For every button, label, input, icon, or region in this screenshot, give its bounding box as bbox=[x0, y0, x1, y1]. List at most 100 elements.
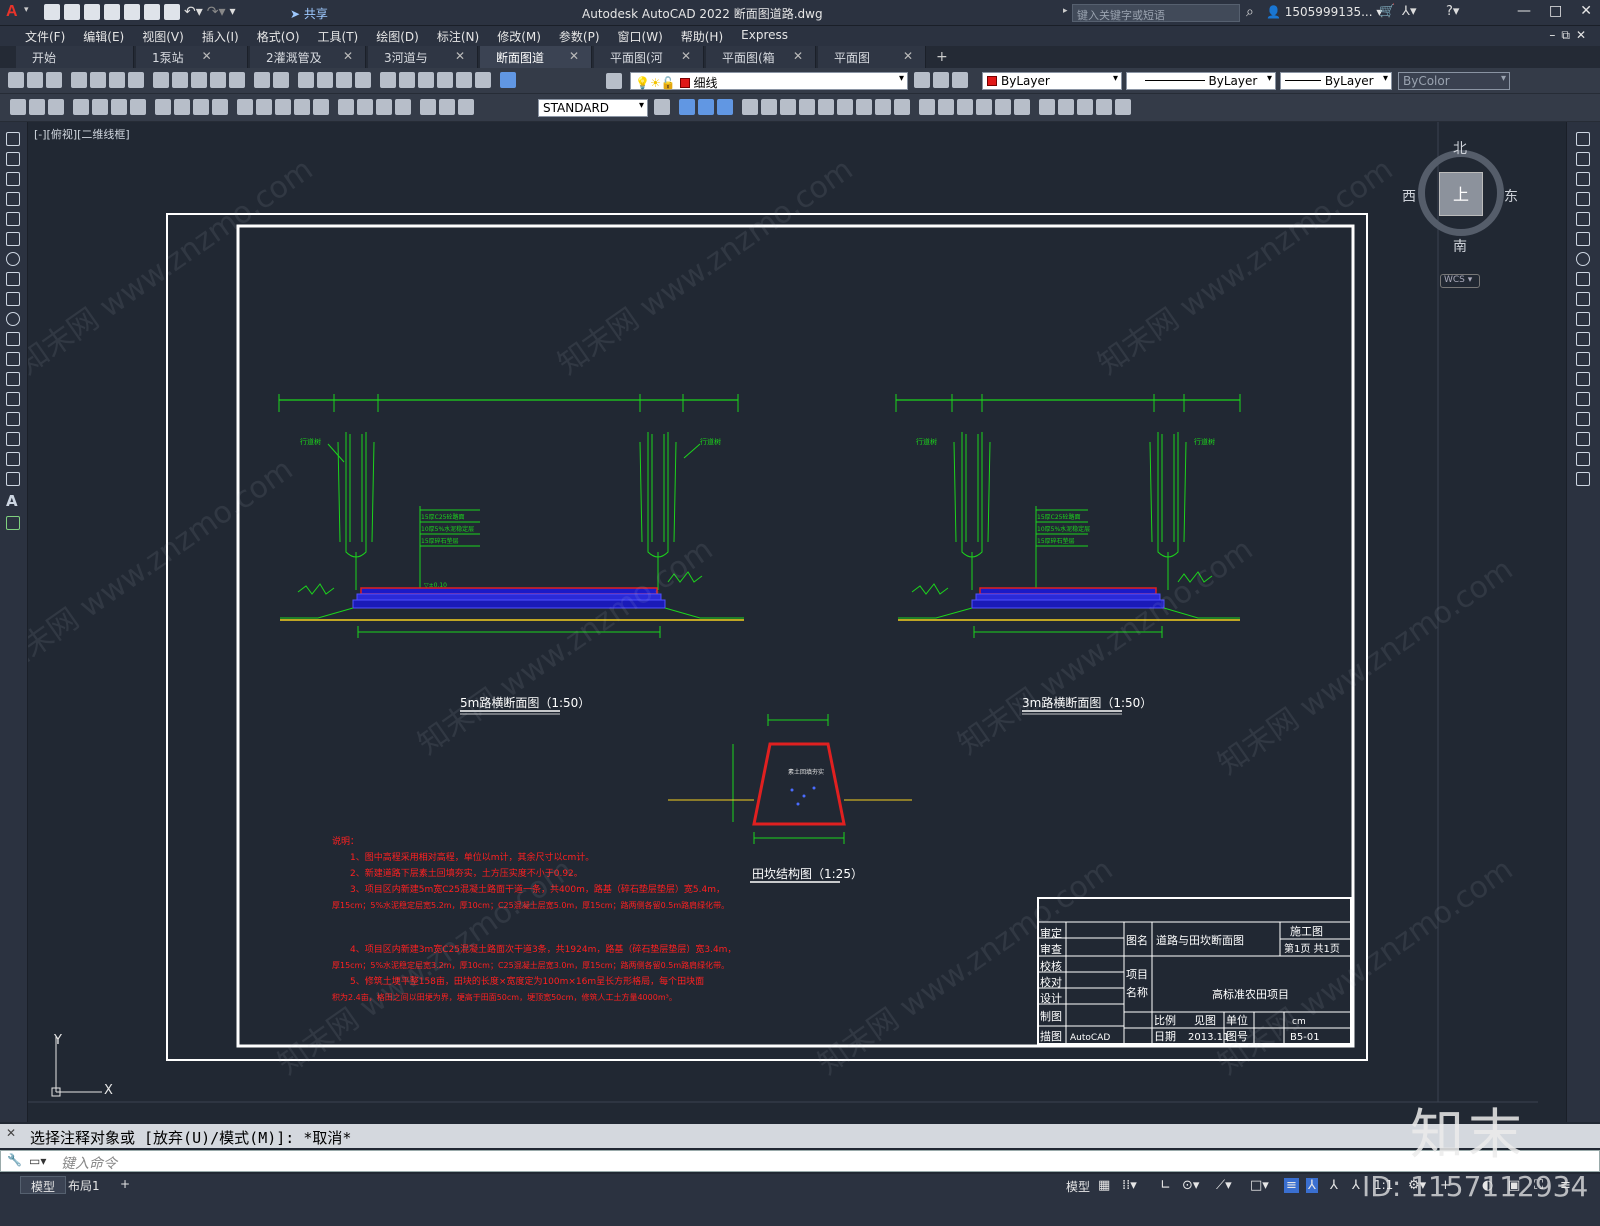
isodraft-icon[interactable]: ⟋▾ bbox=[1216, 1178, 1232, 1193]
rectangle-icon[interactable] bbox=[6, 212, 20, 226]
move-icon[interactable] bbox=[1576, 232, 1590, 246]
make-block-icon[interactable] bbox=[6, 372, 20, 386]
menu-modify[interactable]: 修改(M) bbox=[488, 26, 550, 46]
command-close-icon[interactable]: ✕ bbox=[6, 1126, 16, 1140]
menu-parametric[interactable]: 参数(P) bbox=[550, 26, 609, 46]
new-icon[interactable] bbox=[44, 4, 60, 20]
menu-draw[interactable]: 绘图(D) bbox=[367, 26, 428, 46]
table-icon[interactable] bbox=[6, 472, 20, 486]
lineweight-toggle-icon[interactable]: ≡ bbox=[1284, 1178, 1299, 1193]
baseline-dim-icon[interactable] bbox=[256, 99, 272, 115]
search-input[interactable]: 键入关键字或短语 bbox=[1072, 4, 1240, 22]
share-button[interactable]: ➤ 共享 bbox=[290, 5, 328, 22]
angular-dim-icon[interactable] bbox=[212, 99, 228, 115]
save-as-icon[interactable] bbox=[104, 4, 120, 20]
dim-edit-icon[interactable] bbox=[420, 99, 436, 115]
lights-icon[interactable] bbox=[995, 99, 1011, 115]
tab-close-icon[interactable]: ✕ bbox=[569, 49, 579, 63]
dim-update-icon[interactable] bbox=[458, 99, 474, 115]
copy-object-icon[interactable] bbox=[1576, 152, 1590, 166]
web-open-icon[interactable] bbox=[124, 4, 140, 20]
stretch-icon[interactable] bbox=[1576, 292, 1590, 306]
menu-file[interactable]: 文件(F) bbox=[16, 26, 74, 46]
zoom-realtime-icon[interactable] bbox=[317, 72, 333, 88]
rotate-icon[interactable] bbox=[1576, 252, 1590, 266]
compass-west[interactable]: 西 bbox=[1402, 186, 1416, 206]
drawing-viewport[interactable]: [-][俯视][二维线框] 行道树 行道树 15厚C25砼路面 10厚5%水泥稳… bbox=[28, 122, 1566, 1122]
help-icon[interactable]: ?▾ bbox=[1446, 4, 1459, 19]
wcs-menu[interactable]: WCS ▾ bbox=[1440, 274, 1480, 288]
materials-icon[interactable] bbox=[976, 99, 992, 115]
annotation-scale-icon[interactable]: ⅄ bbox=[1352, 1178, 1360, 1193]
redo-icon[interactable]: ↷▾ bbox=[207, 4, 226, 20]
new-tab-icon[interactable]: + bbox=[928, 46, 956, 68]
customize-qat-icon[interactable]: ▾ bbox=[230, 4, 236, 20]
zoom-window-icon[interactable] bbox=[336, 72, 352, 88]
menu-window[interactable]: 窗口(W) bbox=[609, 26, 672, 46]
cut-icon[interactable] bbox=[153, 72, 169, 88]
quick-dim-icon[interactable] bbox=[237, 99, 253, 115]
layout-tab-layout1[interactable]: 布局1 bbox=[58, 1176, 110, 1194]
spline-icon[interactable] bbox=[6, 292, 20, 306]
ordinate-dim-icon[interactable] bbox=[130, 99, 146, 115]
color-dropdown[interactable]: ByLayer ▾ bbox=[982, 72, 1122, 90]
sweep-icon[interactable] bbox=[856, 99, 872, 115]
blend-curves-icon[interactable] bbox=[1576, 452, 1590, 466]
add-selected-icon[interactable] bbox=[6, 516, 20, 530]
dim-text-edit-icon[interactable] bbox=[439, 99, 455, 115]
command-line[interactable]: 🔧 ▭▾ 键入命令 bbox=[0, 1150, 1600, 1172]
linetype-dropdown[interactable]: ByLayer ▾ bbox=[1126, 72, 1276, 90]
bring-front-icon[interactable] bbox=[29, 99, 45, 115]
compass-south[interactable]: 南 bbox=[1453, 236, 1467, 256]
jogged-linear-icon[interactable] bbox=[395, 99, 411, 115]
radius-dim-icon[interactable] bbox=[155, 99, 171, 115]
extrude-icon[interactable] bbox=[742, 99, 758, 115]
compass-north[interactable]: 北 bbox=[1453, 138, 1467, 158]
file-tab[interactable]: 平面图(箱涵)*✕ bbox=[706, 46, 816, 82]
file-tab[interactable]: 3河道与箱涵✕ bbox=[368, 46, 478, 82]
arc-length-icon[interactable] bbox=[111, 99, 127, 115]
layer-dropdown[interactable]: 💡☀🔓 细线 ▾ bbox=[630, 72, 908, 90]
save-icon[interactable] bbox=[46, 72, 62, 88]
document-window-controls[interactable]: –⧉✕ bbox=[1549, 28, 1592, 43]
grid-icon[interactable]: ▦ bbox=[1098, 1178, 1110, 1193]
render-icon[interactable] bbox=[957, 99, 973, 115]
mtext-icon[interactable]: A bbox=[6, 492, 21, 510]
maximize-icon[interactable]: □ bbox=[1549, 3, 1562, 19]
tolerance-icon[interactable] bbox=[338, 99, 354, 115]
tab-close-icon[interactable]: ✕ bbox=[455, 49, 465, 63]
plot-icon[interactable] bbox=[71, 72, 87, 88]
ucs-icon[interactable] bbox=[1039, 99, 1055, 115]
dimstyle-dropdown[interactable]: STANDARD ▾ bbox=[538, 99, 648, 117]
orbit-icon[interactable] bbox=[1115, 99, 1131, 115]
menu-view[interactable]: 视图(V) bbox=[133, 26, 193, 46]
compass-east[interactable]: 东 bbox=[1504, 186, 1518, 206]
circle-icon[interactable] bbox=[6, 252, 20, 266]
trim-icon[interactable] bbox=[1576, 312, 1590, 326]
polar-icon[interactable]: ⊙▾ bbox=[1182, 1178, 1199, 1193]
match-properties-icon[interactable] bbox=[210, 72, 226, 88]
scale-icon[interactable] bbox=[1576, 272, 1590, 286]
union-icon[interactable] bbox=[761, 99, 777, 115]
inspection-icon[interactable] bbox=[376, 99, 392, 115]
dim-break-icon[interactable] bbox=[313, 99, 329, 115]
mirror-icon[interactable] bbox=[1576, 172, 1590, 186]
arc-icon[interactable] bbox=[6, 232, 20, 246]
save-icon[interactable] bbox=[84, 4, 100, 20]
web-save-icon[interactable] bbox=[144, 4, 160, 20]
undo-icon[interactable] bbox=[254, 72, 270, 88]
region-icon[interactable] bbox=[6, 452, 20, 466]
diameter-dim-icon[interactable] bbox=[193, 99, 209, 115]
properties-icon[interactable] bbox=[380, 72, 396, 88]
help-icon[interactable] bbox=[500, 72, 516, 88]
user-account[interactable]: 👤 1505999135... ▾ bbox=[1266, 5, 1382, 19]
point-icon[interactable] bbox=[6, 392, 20, 406]
snap-icon[interactable]: ⁞⁞▾ bbox=[1122, 1178, 1137, 1193]
continue-dim-icon[interactable] bbox=[275, 99, 291, 115]
osnap-icon[interactable]: □▾ bbox=[1250, 1178, 1269, 1193]
fillet-icon[interactable] bbox=[1576, 432, 1590, 446]
array-icon[interactable] bbox=[1576, 212, 1590, 226]
open-icon[interactable] bbox=[64, 4, 80, 20]
hatch-icon[interactable] bbox=[6, 412, 20, 426]
add-layout-icon[interactable]: + bbox=[110, 1176, 140, 1194]
